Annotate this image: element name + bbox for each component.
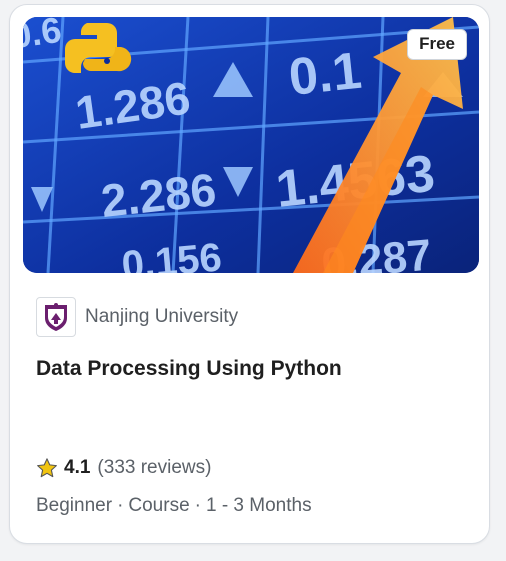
- course-hero-image: 1.286 2.286 0.156 0.1 1.4563 0.287 0.6 F…: [23, 17, 479, 273]
- course-card[interactable]: 1.286 2.286 0.156 0.1 1.4563 0.287 0.6 F…: [9, 4, 490, 544]
- course-title[interactable]: Data Processing Using Python: [36, 357, 342, 381]
- course-type: Course: [128, 495, 190, 516]
- star-icon: [37, 458, 57, 478]
- course-meta: Beginner · Course · 1 - 3 Months: [36, 495, 312, 517]
- course-duration: 1 - 3 Months: [205, 495, 312, 516]
- hero-number-4: 0.1: [286, 42, 364, 107]
- review-count: (333 reviews): [97, 457, 212, 478]
- partner-row[interactable]: Nanjing University: [36, 297, 238, 337]
- course-level: Beginner: [36, 495, 113, 516]
- meta-separator: ·: [194, 495, 201, 516]
- rating-value: 4.1: [64, 457, 91, 478]
- rating-row: 4.1 (333 reviews): [36, 457, 211, 479]
- university-crest-icon: [36, 297, 76, 337]
- partner-name[interactable]: Nanjing University: [85, 306, 238, 328]
- meta-separator: ·: [117, 495, 124, 516]
- free-badge: Free: [407, 29, 467, 60]
